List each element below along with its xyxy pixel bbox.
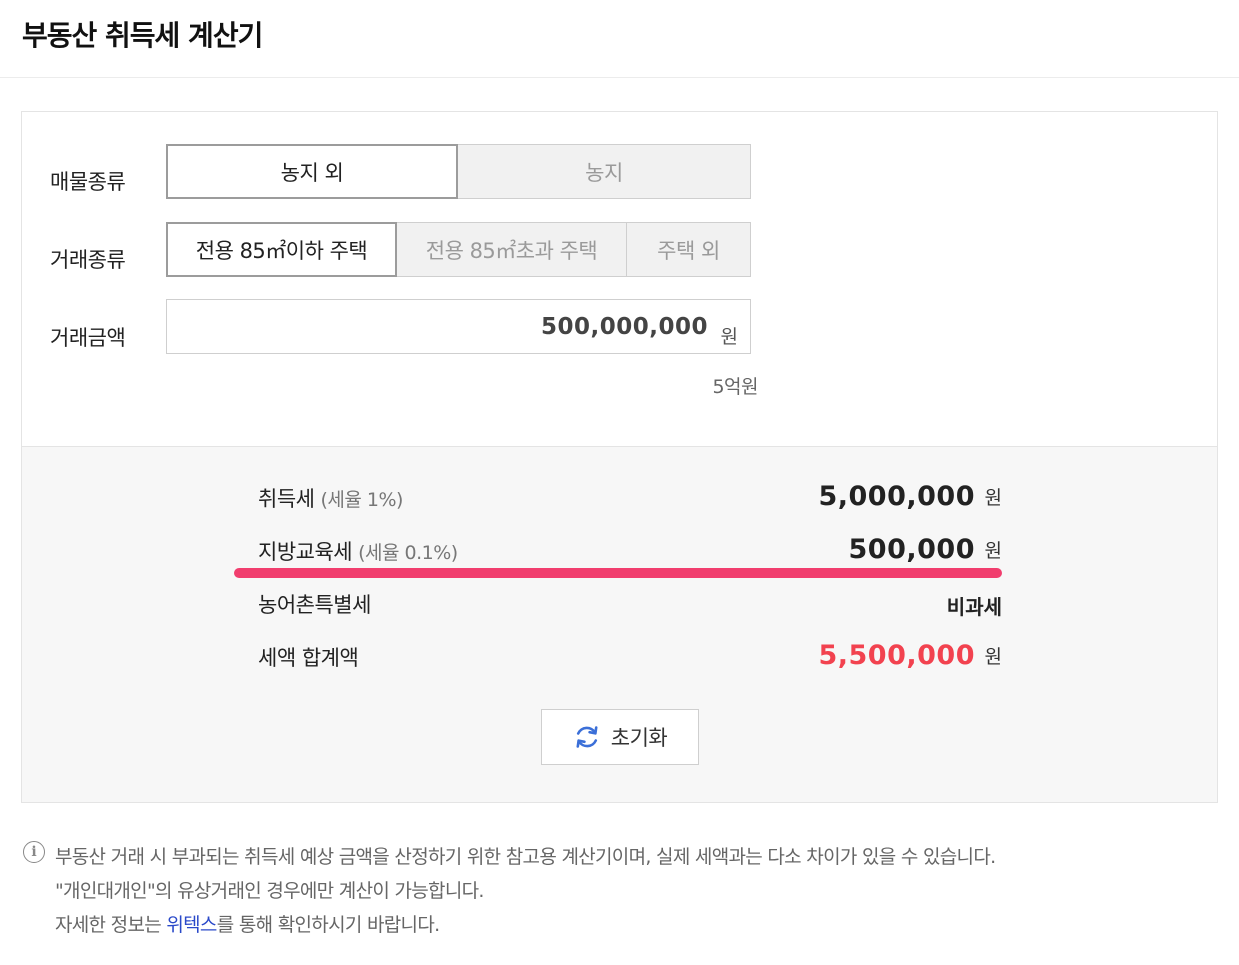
amount-label: 거래금액: [50, 326, 126, 350]
total-tax-unit: 원: [984, 646, 1002, 668]
acquisition-tax-label: 취득세 (세율 1%): [258, 483, 403, 513]
refresh-icon: [576, 726, 598, 748]
amount-input[interactable]: [208, 300, 708, 353]
calculator-panel: 매물종류 농지 외 농지 거래종류 전용 85㎡이하 주택 전용 85㎡초과 주…: [21, 111, 1218, 803]
education-tax-row: 지방교육세 (세율 0.1%) 500,000 원: [258, 530, 1002, 570]
education-tax-rate: (세율 0.1%): [358, 542, 458, 564]
reset-button[interactable]: 초기화: [541, 709, 699, 765]
notice-line-3-suffix: 를 통해 확인하시기 바랍니다.: [216, 914, 440, 936]
highlight-underline: [234, 568, 1002, 578]
notice-line-2: "개인대개인"의 유상거래인 경우에만 계산이 가능합니다.: [55, 880, 484, 902]
wetax-link[interactable]: 위텍스: [166, 914, 217, 936]
amount-field[interactable]: 원: [166, 299, 751, 354]
property-type-option-non-farmland[interactable]: 농지 외: [166, 144, 458, 199]
deal-type-option-under-85[interactable]: 전용 85㎡이하 주택: [166, 222, 397, 277]
property-type-selector: 농지 외 농지: [166, 144, 751, 199]
property-type-option-farmland[interactable]: 농지: [458, 144, 751, 199]
rural-tax-row: 농어촌특별세 비과세: [258, 583, 1002, 623]
amount-unit: 원: [720, 326, 738, 348]
acquisition-tax-unit: 원: [984, 487, 1002, 509]
notice-line-3-prefix: 자세한 정보는: [55, 914, 167, 936]
education-tax-name: 지방교육세: [258, 540, 353, 564]
education-tax-unit: 원: [984, 540, 1002, 562]
deal-type-option-over-85[interactable]: 전용 85㎡초과 주택: [397, 222, 627, 277]
acquisition-tax-row: 취득세 (세율 1%) 5,000,000 원: [258, 477, 1002, 517]
rural-tax-value: 비과세: [946, 595, 1002, 619]
acquisition-tax-value: 5,000,000: [818, 481, 975, 512]
education-tax-value: 500,000: [848, 534, 975, 565]
amount-korean-text: 5억원: [712, 376, 758, 398]
deal-type-label: 거래종류: [50, 248, 126, 272]
property-type-label: 매물종류: [50, 170, 126, 194]
result-area: 취득세 (세율 1%) 5,000,000 원 지방교육세 (세율 0.1%) 50…: [22, 446, 1217, 802]
notice-line-3: 자세한 정보는 위텍스를 통해 확인하시기 바랍니다.: [55, 910, 440, 937]
deal-type-selector: 전용 85㎡이하 주택 전용 85㎡초과 주택 주택 외: [166, 222, 751, 277]
total-tax-value: 5,500,000: [818, 640, 975, 671]
page-title: 부동산 취득세 계산기: [22, 19, 263, 52]
info-icon: i: [23, 841, 45, 863]
deal-type-option-non-housing[interactable]: 주택 외: [627, 222, 751, 277]
acquisition-tax-name: 취득세: [258, 487, 315, 511]
page-header: 부동산 취득세 계산기: [0, 0, 1239, 78]
total-tax-row: 세액 합계액 5,500,000 원: [258, 636, 1002, 676]
acquisition-tax-rate: (세율 1%): [320, 489, 403, 511]
reset-label: 초기화: [610, 726, 668, 750]
notice-line-1: 부동산 거래 시 부과되는 취득세 예상 금액을 산정하기 위한 참고용 계산기…: [55, 846, 996, 868]
input-form: 매물종류 농지 외 농지 거래종류 전용 85㎡이하 주택 전용 85㎡초과 주…: [22, 112, 1217, 446]
education-tax-label: 지방교육세 (세율 0.1%): [258, 536, 458, 566]
total-tax-label: 세액 합계액: [258, 646, 359, 670]
rural-tax-label: 농어촌특별세: [258, 593, 371, 617]
